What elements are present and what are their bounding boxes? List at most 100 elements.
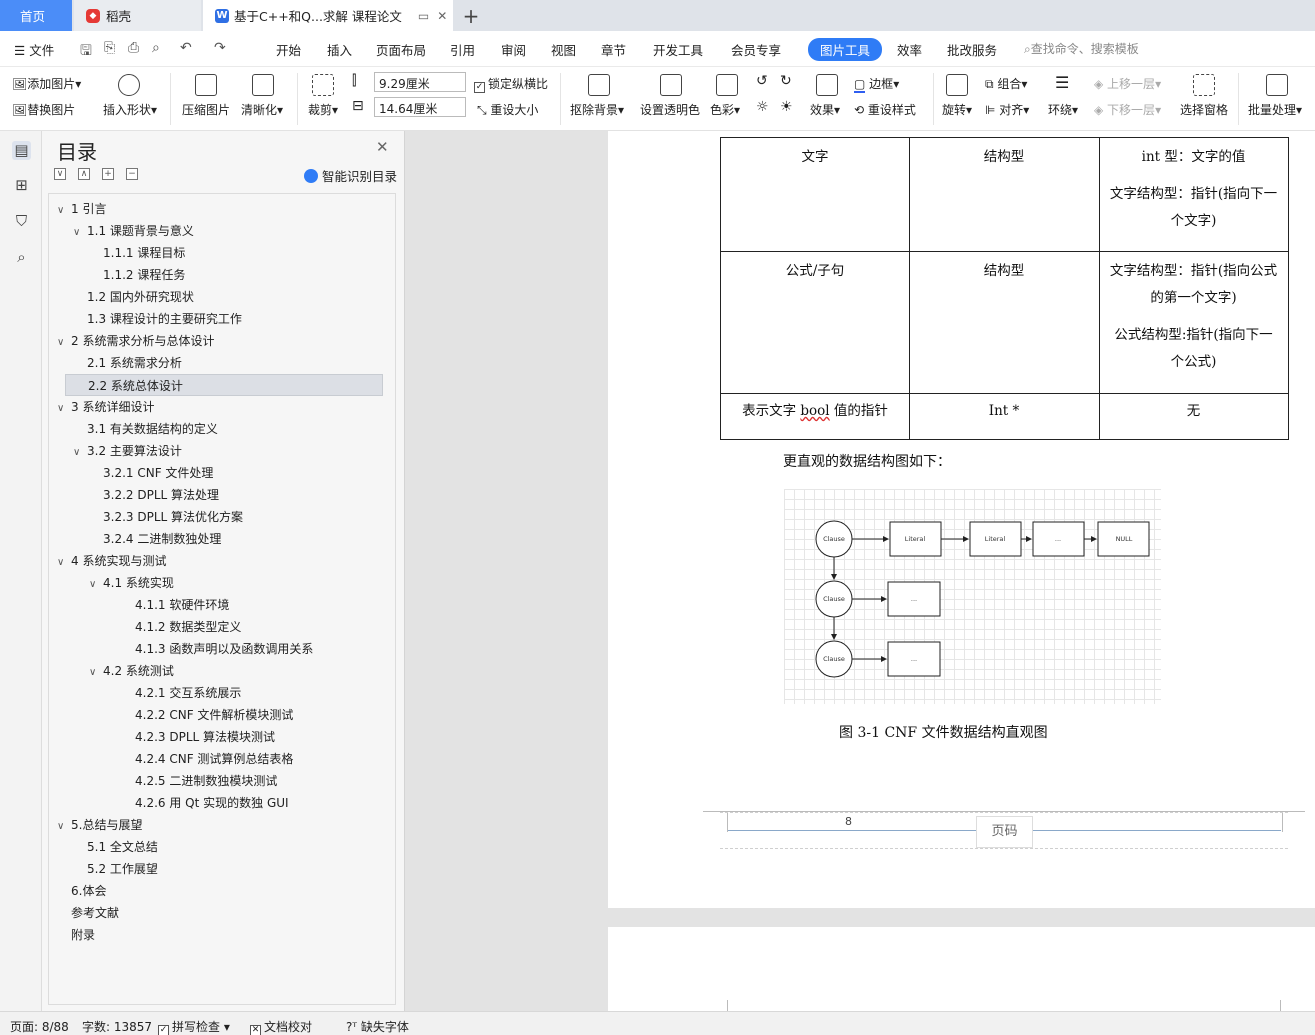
menu-chapter[interactable]: 章节	[601, 40, 626, 59]
menu-grading[interactable]: 批改服务	[947, 40, 997, 59]
replace-picture-button[interactable]: 🖼替换图片	[12, 101, 75, 118]
brightness-icon[interactable]: ☼	[756, 99, 769, 115]
bring-forward-button[interactable]: ◈ 上移一层▾	[1094, 75, 1161, 92]
batch-process-button[interactable]: 批量处理▾	[1248, 101, 1302, 118]
toc-item[interactable]: 3.2.4 二进制数独处理	[89, 528, 221, 550]
reset-style-button[interactable]: ⟲ 重设样式	[854, 101, 916, 118]
save-icon[interactable]: 🖫	[80, 40, 92, 64]
compress-icon[interactable]	[195, 74, 217, 96]
wrap-icon[interactable]: ☰	[1055, 73, 1069, 92]
toc-item[interactable]: ∨ 5.总结与展望	[57, 814, 142, 836]
menu-picture-tools[interactable]: 图片工具	[808, 38, 883, 61]
toc-item[interactable]: ∨ 3 系统详细设计	[57, 396, 154, 418]
contrast-icon[interactable]: ☀	[780, 99, 793, 115]
insert-shape-button[interactable]: 插入形状▾	[103, 101, 157, 118]
toc-item[interactable]: ∨ 4.2 系统测试	[89, 660, 174, 682]
menu-page-layout[interactable]: 页面布局	[376, 40, 426, 59]
batch-process-icon[interactable]	[1266, 74, 1288, 96]
toc-item[interactable]: 5.1 全文总结	[73, 836, 158, 858]
word-count[interactable]: 字数: 13857	[82, 1018, 152, 1035]
border-button[interactable]: ▢ 边框▾	[854, 75, 899, 93]
remove-heading-icon[interactable]: −	[126, 168, 138, 180]
chevron-down-icon[interactable]: ∨	[73, 222, 87, 244]
toc-panel-icon[interactable]: ▤	[12, 141, 31, 160]
lock-ratio-checkbox[interactable]: ✓ 锁定纵横比	[474, 75, 548, 93]
chevron-down-icon[interactable]: ∨	[89, 662, 103, 684]
wrap-button[interactable]: 环绕▾	[1048, 101, 1078, 118]
reset-size-button[interactable]: ⤡ 重设大小	[477, 101, 538, 118]
toc-item[interactable]: 参考文献	[57, 902, 119, 924]
page-indicator[interactable]: 页面: 8/88	[10, 1018, 69, 1035]
color-button[interactable]: 色彩▾	[710, 101, 740, 118]
toc-item[interactable]: ∨ 3.2 主要算法设计	[73, 440, 182, 462]
menu-member[interactable]: 会员专享	[731, 40, 781, 59]
cnf-structure-figure[interactable]: Clause Clause Clause Literal Literal ...…	[784, 489, 1161, 704]
effects-button[interactable]: 效果▾	[810, 101, 840, 118]
toc-item[interactable]: 附录	[57, 924, 95, 946]
collapse-all-icon[interactable]: ∧	[78, 168, 90, 180]
picture-height-input[interactable]: 9.29厘米	[374, 72, 466, 92]
insert-shape-icon[interactable]	[118, 74, 140, 96]
spell-check-toggle[interactable]: ✓ 拼写检查 ▾	[158, 1018, 230, 1035]
toc-item[interactable]: 1.1.2 课程任务	[89, 264, 185, 286]
toc-item[interactable]: 4.2.1 交互系统展示	[121, 682, 241, 704]
toc-item[interactable]: 6.体会	[57, 880, 106, 902]
crop-button[interactable]: 裁剪▾	[308, 101, 338, 118]
effects-icon[interactable]	[816, 74, 838, 96]
add-heading-icon[interactable]: +	[102, 168, 114, 180]
chevron-down-icon[interactable]: ∨	[57, 200, 71, 222]
toc-item[interactable]: 4.2.5 二进制数独模块测试	[121, 770, 277, 792]
bookmark-icon[interactable]: ⛉	[12, 212, 31, 231]
rotate-icon[interactable]	[946, 74, 968, 96]
selection-pane-button[interactable]: 选择窗格	[1180, 101, 1228, 118]
toc-item[interactable]: 1.1.1 课程目标	[89, 242, 185, 264]
toc-item[interactable]: 4.1.3 函数声明以及函数调用关系	[121, 638, 313, 660]
rotate-button[interactable]: 旋转▾	[942, 101, 972, 118]
chevron-down-icon[interactable]: ∨	[89, 574, 103, 596]
sharpen-button[interactable]: 清晰化▾	[241, 101, 283, 118]
toc-item[interactable]: 4.1.1 软硬件环境	[121, 594, 229, 616]
toc-item[interactable]: 4.2.3 DPLL 算法模块测试	[121, 726, 275, 748]
color-icon[interactable]	[716, 74, 738, 96]
toc-item[interactable]: 4.2.2 CNF 文件解析模块测试	[121, 704, 293, 726]
new-tab-button[interactable]: +	[458, 0, 484, 31]
toc-item[interactable]: 1.2 国内外研究现状	[73, 286, 194, 308]
export-pdf-icon[interactable]: ⎘	[104, 40, 115, 56]
group-button[interactable]: ⧉ 组合▾	[985, 75, 1027, 92]
toc-item[interactable]: 5.2 工作展望	[73, 858, 158, 880]
tab-document[interactable]: W 基于C++和Q...求解 课程论文 ▭ ✕	[203, 0, 453, 31]
remove-background-button[interactable]: 抠除背景▾	[570, 101, 624, 118]
chevron-down-icon[interactable]: ∨	[57, 552, 71, 574]
smart-toc-button[interactable]: 智能识别目录	[304, 166, 397, 185]
toc-item[interactable]: 4.2.6 用 Qt 实现的数独 GUI	[121, 792, 289, 814]
picture-width-input[interactable]: 14.64厘米	[374, 97, 466, 117]
toc-item[interactable]: ∨ 2 系统需求分析与总体设计	[57, 330, 214, 352]
menu-review[interactable]: 审阅	[501, 40, 526, 59]
chevron-down-icon[interactable]: ∨	[57, 332, 71, 354]
file-menu[interactable]: ☰ 文件	[14, 40, 54, 59]
toc-item[interactable]: 3.2.1 CNF 文件处理	[89, 462, 213, 484]
toc-item[interactable]: ∨ 1.1 课题背景与意义	[73, 220, 194, 242]
toc-item[interactable]: 4.2.4 CNF 测试算例总结表格	[121, 748, 293, 770]
set-transparent-button[interactable]: 设置透明色	[640, 101, 700, 118]
crop-icon[interactable]	[312, 74, 334, 96]
find-icon[interactable]: ⌕	[12, 248, 31, 267]
align-button[interactable]: ⊫ 对齐▾	[985, 101, 1029, 118]
close-tab-icon[interactable]: ✕	[437, 9, 447, 23]
chevron-down-icon[interactable]: ∨	[73, 442, 87, 464]
toc-item[interactable]: 3.1 有关数据结构的定义	[73, 418, 218, 440]
toc-item[interactable]: 1.3 课程设计的主要研究工作	[73, 308, 242, 330]
menu-view[interactable]: 视图	[551, 40, 576, 59]
page-code-button[interactable]: 页码	[976, 816, 1033, 848]
toc-item[interactable]: 4.1.2 数据类型定义	[121, 616, 241, 638]
float-window-icon[interactable]: ▭	[418, 9, 429, 23]
toc-item[interactable]: 3.2.3 DPLL 算法优化方案	[89, 506, 243, 528]
menu-efficiency[interactable]: 效率	[897, 40, 922, 59]
chapter-nav-icon[interactable]: ⊞	[12, 176, 31, 195]
rotate-right-icon[interactable]: ↻	[780, 73, 792, 89]
expand-all-icon[interactable]: ∨	[54, 168, 66, 180]
command-search[interactable]: ⌕查找命令、搜索模板	[1024, 40, 1139, 57]
undo-icon[interactable]: ↶	[180, 40, 192, 56]
menu-dev-tools[interactable]: 开发工具	[653, 40, 703, 59]
redo-icon[interactable]: ↷	[214, 40, 226, 56]
